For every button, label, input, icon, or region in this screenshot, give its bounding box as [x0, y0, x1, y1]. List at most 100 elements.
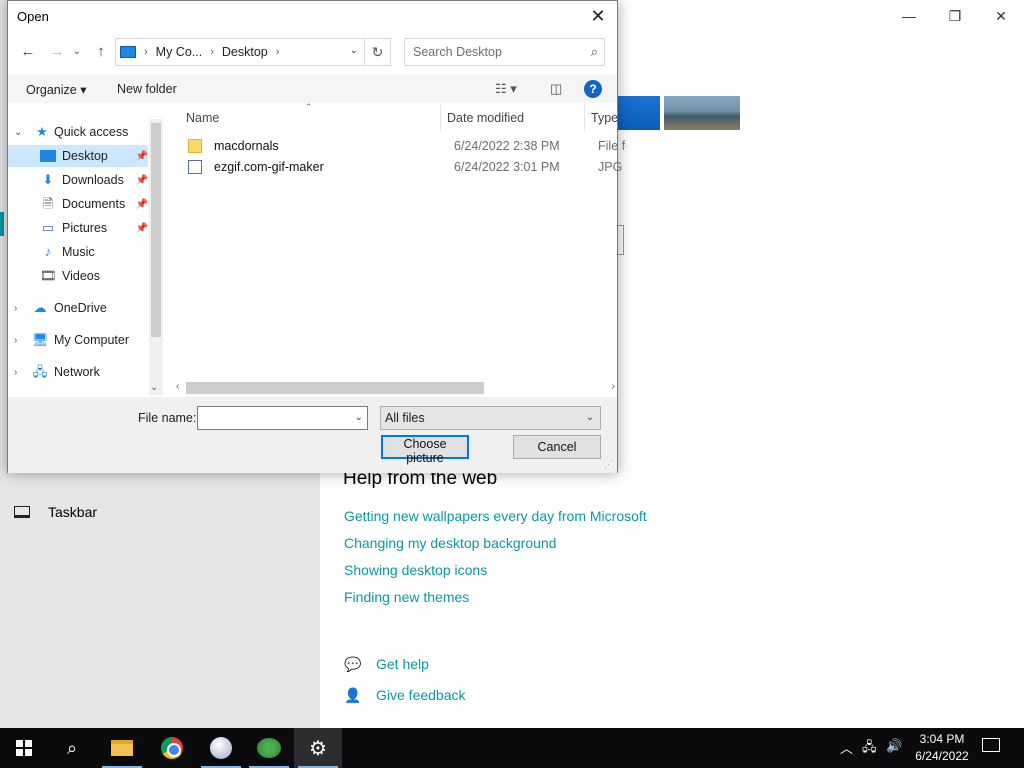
chevron-right-icon[interactable]: › [14, 335, 17, 346]
taskbar-app[interactable] [197, 728, 245, 768]
file-name-input[interactable] [198, 407, 348, 429]
get-help-link[interactable]: 💬 Get help [344, 656, 429, 672]
choose-picture-button[interactable]: Choose picture [381, 435, 469, 465]
column-divider[interactable] [584, 105, 585, 131]
network-icon[interactable]: 🖧 [862, 738, 877, 760]
background-thumbnail[interactable] [664, 96, 740, 130]
dialog-close-button[interactable]: ✕ [585, 5, 611, 27]
up-button[interactable]: ↑ [90, 41, 112, 63]
show-hidden-icons-icon[interactable]: ︿ [840, 738, 853, 757]
give-feedback-label: Give feedback [376, 687, 466, 703]
get-help-label: Get help [376, 656, 429, 672]
scrollbar-thumb[interactable] [151, 123, 161, 337]
restore-button[interactable]: ❐ [932, 6, 978, 26]
scrollbar-thumb[interactable] [186, 382, 484, 394]
file-list-horizontal-scrollbar[interactable]: ‹ › [172, 379, 617, 397]
taskbar: ⌕ ⚙ ︿ 🖧 🔊 3:04 PM 6/24/2022 [0, 728, 1024, 768]
give-feedback-link[interactable]: 👤 Give feedback [344, 687, 466, 703]
chevron-right-icon[interactable]: › [612, 381, 615, 392]
file-type: File folder [598, 139, 626, 153]
selected-indicator [0, 212, 4, 236]
file-date: 6/24/2022 2:38 PM [454, 139, 560, 153]
nav-music[interactable]: ♪ Music [8, 241, 148, 263]
list-item[interactable]: macdornals 6/24/2022 2:38 PM File folder [184, 137, 626, 157]
computer-icon: 🖥 [32, 332, 49, 347]
file-list: ⌃ Name Date modified Type macdornals 6/2… [164, 102, 626, 397]
nav-my-computer-label: My Computer [54, 333, 130, 347]
nav-onedrive[interactable]: › ☁ OneDrive [8, 297, 148, 319]
nav-pictures[interactable]: ▭ Pictures 📌 [8, 217, 148, 239]
view-options-icon[interactable]: ☷ ▾ [495, 81, 517, 97]
nav-videos[interactable]: 🎞 Videos [8, 265, 148, 287]
help-link-themes[interactable]: Finding new themes [344, 589, 469, 605]
nav-onedrive-label: OneDrive [54, 301, 107, 315]
recent-locations-button[interactable]: ⌄ [66, 41, 88, 63]
chevron-down-icon[interactable]: ⌄ [150, 382, 158, 393]
notification-center-icon[interactable] [982, 738, 1000, 752]
volume-icon[interactable]: 🔊 [886, 738, 902, 754]
nav-documents-label: Documents [62, 197, 126, 211]
computer-icon [120, 46, 136, 58]
chevron-right-icon[interactable]: › [14, 303, 17, 314]
settings-nav-taskbar-label: Taskbar [48, 504, 98, 520]
nav-music-label: Music [62, 245, 95, 259]
app-ball-icon [210, 737, 232, 759]
file-name-combobox[interactable]: ⌄ [197, 406, 368, 430]
file-type-filter[interactable]: All files ⌄ [380, 406, 601, 430]
taskbar-settings[interactable]: ⚙ [294, 728, 342, 768]
nav-documents[interactable]: 🗎 Documents 📌 [8, 193, 148, 215]
column-divider[interactable] [440, 105, 441, 131]
column-header-type[interactable]: Type [591, 111, 618, 125]
taskbar-chrome[interactable] [148, 728, 196, 768]
music-icon: ♪ [44, 244, 52, 259]
nav-network[interactable]: › 🖧 Network [8, 361, 148, 383]
search-box[interactable]: ⌕ [404, 38, 605, 66]
breadcrumb-separator: › [144, 46, 148, 58]
minimize-button[interactable]: — [886, 6, 932, 26]
close-button[interactable]: ✕ [978, 6, 1024, 26]
start-button[interactable] [0, 728, 48, 768]
cancel-button[interactable]: Cancel [513, 435, 601, 459]
refresh-button[interactable]: ↻ [365, 38, 391, 66]
chevron-down-icon[interactable]: ⌄ [350, 45, 358, 56]
taskbar-download-manager[interactable] [245, 728, 293, 768]
breadcrumb-my-computer[interactable]: My Co... [156, 45, 203, 59]
taskbar-clock[interactable]: 3:04 PM 6/24/2022 [904, 731, 980, 765]
organize-button[interactable]: Organize ▾ [26, 82, 86, 97]
chevron-down-icon[interactable]: ⌄ [14, 127, 22, 138]
star-icon: ★ [36, 124, 48, 139]
new-folder-button[interactable]: New folder [117, 82, 177, 96]
nav-quick-access[interactable]: ⌄ ★ Quick access [8, 121, 148, 143]
downloads-icon: ⬇ [42, 172, 54, 187]
nav-quick-access-label: Quick access [54, 125, 129, 139]
help-link-background[interactable]: Changing my desktop background [344, 535, 556, 551]
search-input[interactable] [405, 39, 570, 65]
list-item[interactable]: ezgif.com-gif-maker 6/24/2022 3:01 PM JP… [184, 158, 626, 178]
chrome-icon [161, 737, 183, 759]
chevron-left-icon[interactable]: ‹ [176, 381, 179, 392]
help-link-wallpapers[interactable]: Getting new wallpapers every day from Mi… [344, 508, 647, 524]
forward-button[interactable]: → [46, 41, 68, 63]
nav-downloads[interactable]: ⬇ Downloads 📌 [8, 169, 148, 191]
nav-desktop[interactable]: Desktop 📌 [8, 145, 148, 167]
nav-pane-scrollbar[interactable]: ⌄ [149, 119, 163, 395]
column-header-name[interactable]: Name [186, 111, 219, 125]
pin-icon: 📌 [135, 198, 148, 210]
resize-grip-icon[interactable]: ⋰ [604, 459, 613, 470]
chevron-down-icon[interactable]: ⌄ [355, 412, 363, 423]
taskbar-file-explorer[interactable] [98, 728, 146, 768]
chevron-right-icon[interactable]: › [14, 367, 17, 378]
background-thumbnail[interactable] [618, 96, 660, 130]
help-icon[interactable]: ? [584, 80, 602, 98]
breadcrumb-desktop[interactable]: Desktop [222, 45, 268, 59]
back-button[interactable]: ← [17, 41, 39, 63]
nav-my-computer[interactable]: › 🖥 My Computer [8, 329, 148, 351]
preview-pane-icon[interactable]: ◫ [550, 81, 562, 97]
column-header-date[interactable]: Date modified [447, 111, 524, 125]
download-manager-icon [257, 738, 281, 758]
documents-icon: 🗎 [42, 196, 54, 211]
address-bar[interactable]: › My Co... › Desktop › ⌄ [115, 38, 365, 66]
settings-nav-taskbar[interactable]: Taskbar [14, 504, 97, 520]
taskbar-search-button[interactable]: ⌕ [48, 728, 96, 768]
help-link-desktop-icons[interactable]: Showing desktop icons [344, 562, 487, 578]
